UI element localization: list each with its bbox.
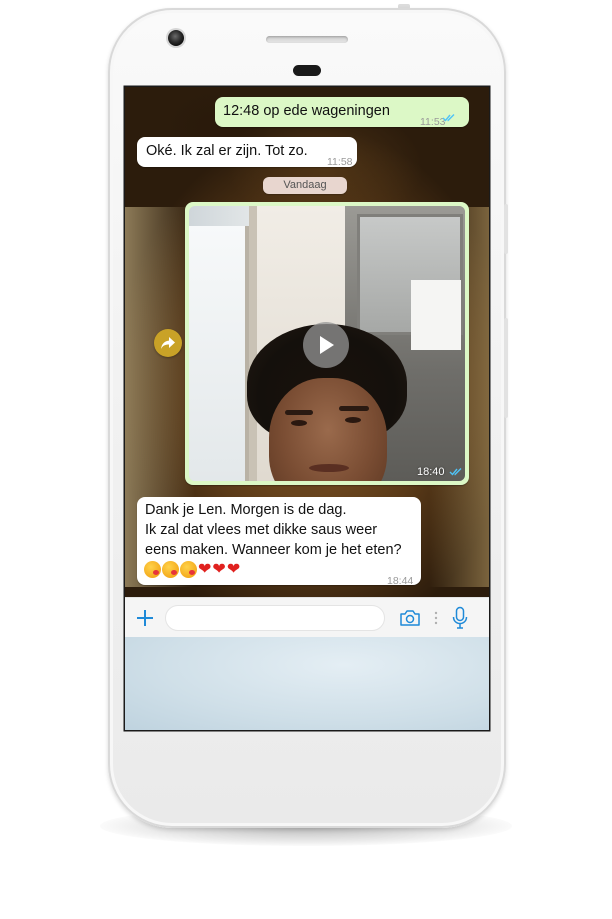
power-button: [504, 204, 508, 254]
camera-icon: [400, 610, 420, 626]
message-time: 11:58: [327, 156, 353, 168]
message-text: Oké. Ik zal er zijn. Tot zo.: [146, 143, 308, 159]
message-text: Dank je Len. Morgen is de dag. Ik zal da…: [145, 500, 417, 560]
forward-button[interactable]: [154, 329, 182, 357]
message-line: Ik zal dat vlees met dikke saus weer: [145, 522, 378, 538]
phone-screen: 12:48 op ede wageningen 11:53 Oké. Ik za…: [125, 87, 489, 730]
date-divider: Vandaag: [263, 177, 347, 194]
camera-button[interactable]: [399, 609, 421, 627]
red-heart-emoji-icon: ❤: [198, 561, 212, 578]
message-bubble-incoming[interactable]: Dank je Len. Morgen is de dag. Ik zal da…: [137, 497, 421, 587]
play-button[interactable]: [303, 322, 349, 368]
message-time: 18:40: [417, 466, 445, 478]
kissing-face-emoji-icon: [144, 561, 161, 578]
microphone-icon: [452, 606, 468, 629]
more-dots-icon: [434, 611, 438, 625]
front-camera: [168, 30, 184, 46]
red-heart-emoji-icon: ❤: [226, 561, 241, 578]
message-line: Dank je Len. Morgen is de dag.: [145, 502, 347, 518]
message-input-bar: [125, 597, 489, 638]
message-bubble-incoming[interactable]: Oké. Ik zal er zijn. Tot zo. 11:58: [137, 137, 357, 168]
thumb-mouth: [309, 464, 349, 472]
message-input[interactable]: [165, 605, 385, 631]
volume-button: [504, 318, 508, 418]
play-icon: [320, 336, 334, 354]
message-time: 18:44: [387, 575, 414, 587]
more-options-button[interactable]: [434, 610, 438, 626]
emoji-row: ❤ ❤ ❤: [144, 560, 240, 580]
read-ticks-icon: [449, 468, 462, 476]
red-heart-emoji-icon: ❤: [212, 561, 226, 578]
kissing-face-emoji-icon: [180, 561, 197, 578]
forward-arrow-icon: [161, 337, 175, 349]
message-bubble-outgoing[interactable]: 12:48 op ede wageningen 11:53: [215, 97, 469, 128]
thumb-eyebrow: [285, 410, 313, 415]
device-mockup: 12:48 op ede wageningen 11:53 Oké. Ik za…: [0, 0, 612, 919]
thumb-eye: [291, 420, 307, 426]
earpiece-speaker: [266, 36, 348, 43]
thumb-poster: [411, 280, 461, 350]
read-ticks-icon: [442, 114, 455, 122]
chat-wallpaper: 12:48 op ede wageningen 11:53 Oké. Ik za…: [125, 87, 489, 597]
message-text: 12:48 op ede wageningen: [223, 103, 390, 119]
kissing-face-emoji-icon: [162, 561, 179, 578]
thumb-eye: [345, 417, 361, 423]
attach-plus-button[interactable]: [135, 608, 155, 628]
thumb-eyebrow: [339, 406, 369, 411]
message-line: eens maken. Wanneer kom je het eten?: [145, 542, 402, 558]
microphone-button[interactable]: [451, 606, 469, 630]
thumb-window: [189, 226, 249, 481]
thumb-window-frame: [249, 206, 257, 481]
plus-icon: [137, 610, 153, 626]
video-message-bubble[interactable]: 18:40: [185, 202, 469, 485]
proximity-sensor: [293, 65, 321, 76]
keyboard-area-background: [125, 637, 489, 730]
